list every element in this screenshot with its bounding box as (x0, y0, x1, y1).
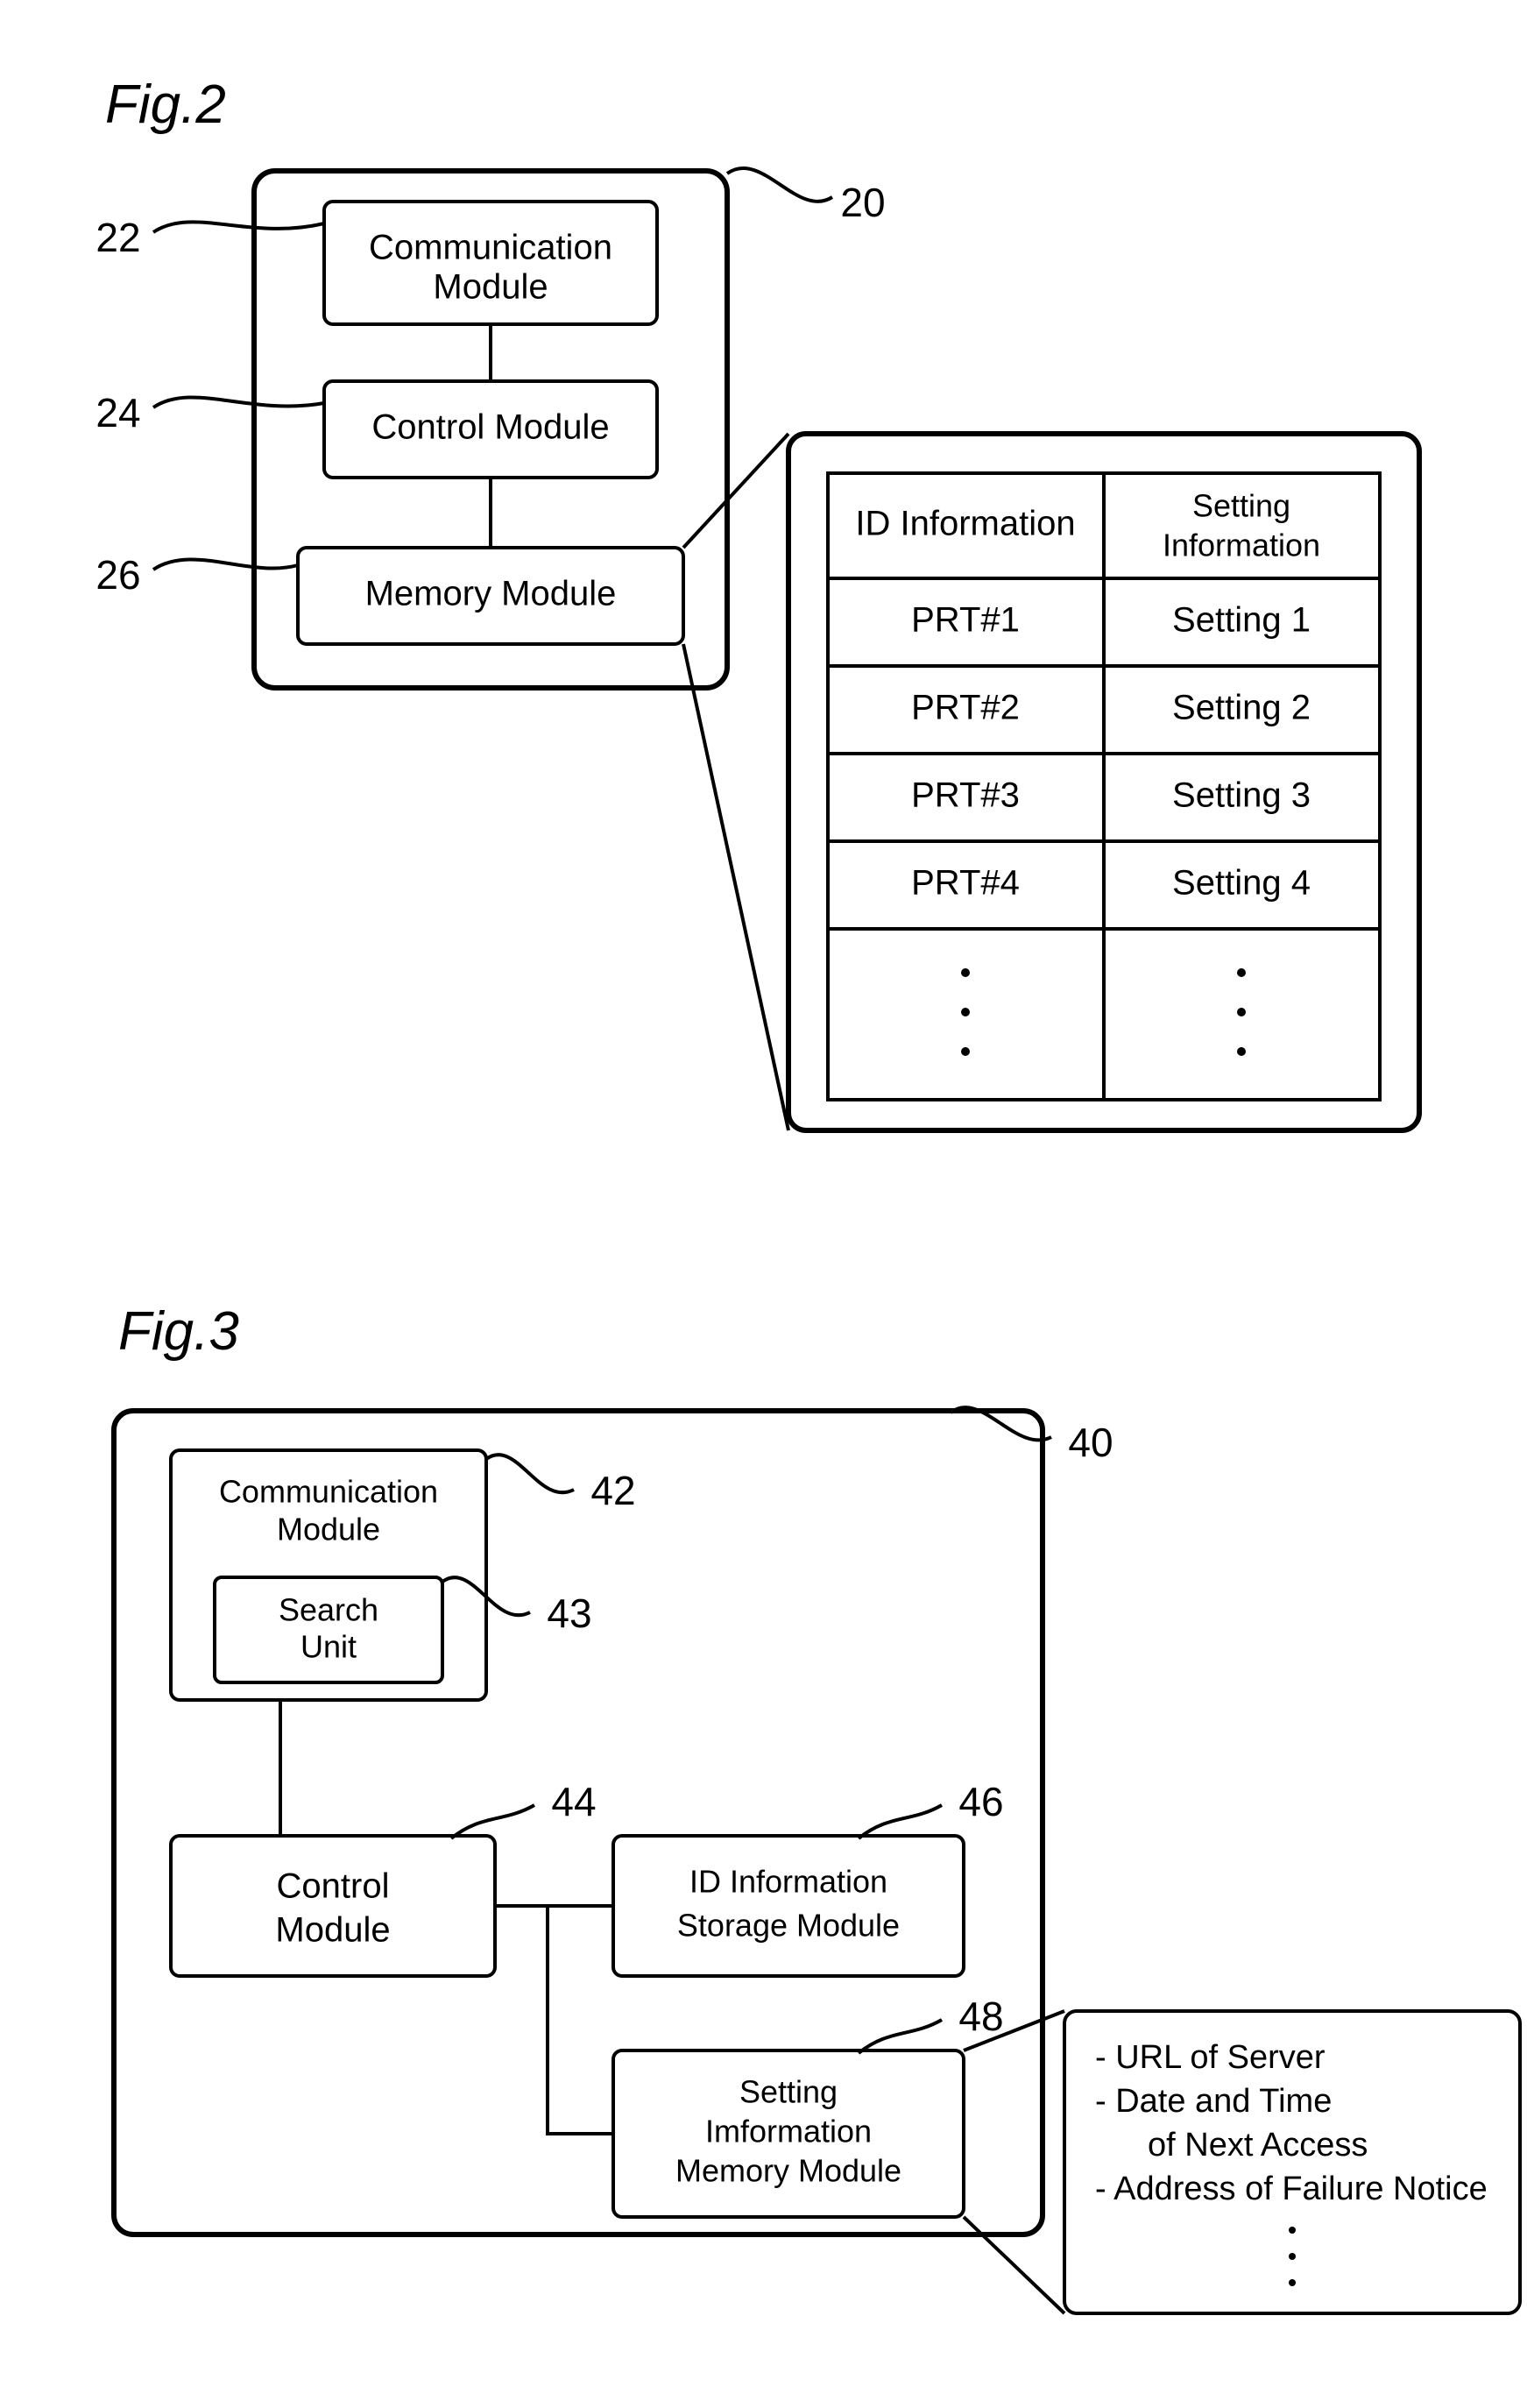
fig2-th2b: Information (1163, 528, 1320, 563)
fig3-ctrl-text1: Control (277, 1867, 390, 1906)
fig3-ref46: 46 (958, 1779, 1003, 1824)
fig2-mem-text: Memory Module (365, 575, 617, 613)
fig2-table: ID Information Setting Information PRT#1… (828, 473, 1380, 1100)
fig3-list2b: of Next Access (1148, 2127, 1368, 2164)
fig2-r2c1: PRT#2 (911, 689, 1020, 727)
fig2-comm-text1: Communication (369, 229, 612, 267)
fig2-r1c1: PRT#1 (911, 601, 1020, 640)
fig2-r3c1: PRT#3 (911, 776, 1020, 815)
fig3-lead42 (486, 1455, 574, 1492)
fig3-link3 (548, 1906, 613, 2134)
fig2-title: Fig.2 (105, 74, 226, 135)
fig3-ref42: 42 (590, 1468, 635, 1513)
fig2-th1: ID Information (855, 505, 1075, 543)
fig3-setmem-text1: Setting (739, 2074, 838, 2110)
fig3-search-text2: Unit (300, 1629, 357, 1665)
fig3-lead44 (451, 1805, 534, 1838)
fig3-list1: - URL of Server (1095, 2039, 1326, 2076)
fig3-lead48 (859, 2020, 942, 2053)
fig3-setmem-text3: Memory Module (675, 2153, 901, 2189)
fig2-r2c2: Setting 2 (1172, 689, 1311, 727)
fig2-lead26 (153, 560, 298, 570)
fig2-ref20: 20 (840, 180, 885, 225)
fig2-ctrl-text: Control Module (371, 408, 609, 447)
fig2-callout-bot (683, 644, 788, 1130)
fig3-comm-text2: Module (277, 1512, 380, 1547)
fig3-idinfo-text2: Storage Module (677, 1908, 900, 1944)
fig3-callout-bot (964, 2217, 1064, 2313)
fig3-ref43: 43 (547, 1590, 591, 1636)
fig2-ref24: 24 (95, 390, 140, 436)
fig2-r3c2: Setting 3 (1172, 776, 1311, 815)
fig2-comm-text2: Module (433, 268, 548, 307)
fig3-ref40: 40 (1068, 1420, 1113, 1465)
fig2-lead24 (153, 398, 324, 407)
fig2-r4c1: PRT#4 (911, 864, 1020, 903)
fig3-ctrl-module (171, 1836, 495, 1976)
fig3-search-text1: Search (279, 1592, 378, 1628)
fig2-r1c2: Setting 1 (1172, 601, 1311, 640)
fig3-idinfo-text1: ID Information (689, 1864, 887, 1900)
fig3-title: Fig.3 (118, 1301, 239, 1362)
diagram-canvas: Fig.2 Communication Module Control Modul… (0, 0, 1527, 2408)
fig2-ref26: 26 (95, 552, 140, 598)
fig3-list2: - Date and Time (1095, 2083, 1332, 2120)
fig3-setmem-text2: Imformation (705, 2114, 872, 2149)
fig2-th2a: Setting (1192, 488, 1290, 524)
fig2-ref22: 22 (95, 215, 140, 260)
fig2-r4c2: Setting 4 (1172, 864, 1311, 903)
fig3-ctrl-text2: Module (275, 1911, 390, 1950)
fig2-lead20 (727, 168, 832, 202)
fig3-comm-text1: Communication (219, 1474, 438, 1510)
fig3-ref44: 44 (551, 1779, 596, 1824)
fig2-lead22 (153, 222, 324, 232)
fig3-ref48: 48 (958, 1994, 1003, 2039)
fig2-callout-top (683, 434, 788, 548)
fig3-list3: - Address of Failure Notice (1095, 2171, 1488, 2207)
fig3-lead46 (859, 1805, 942, 1838)
fig3-idinfo-module (613, 1836, 964, 1976)
